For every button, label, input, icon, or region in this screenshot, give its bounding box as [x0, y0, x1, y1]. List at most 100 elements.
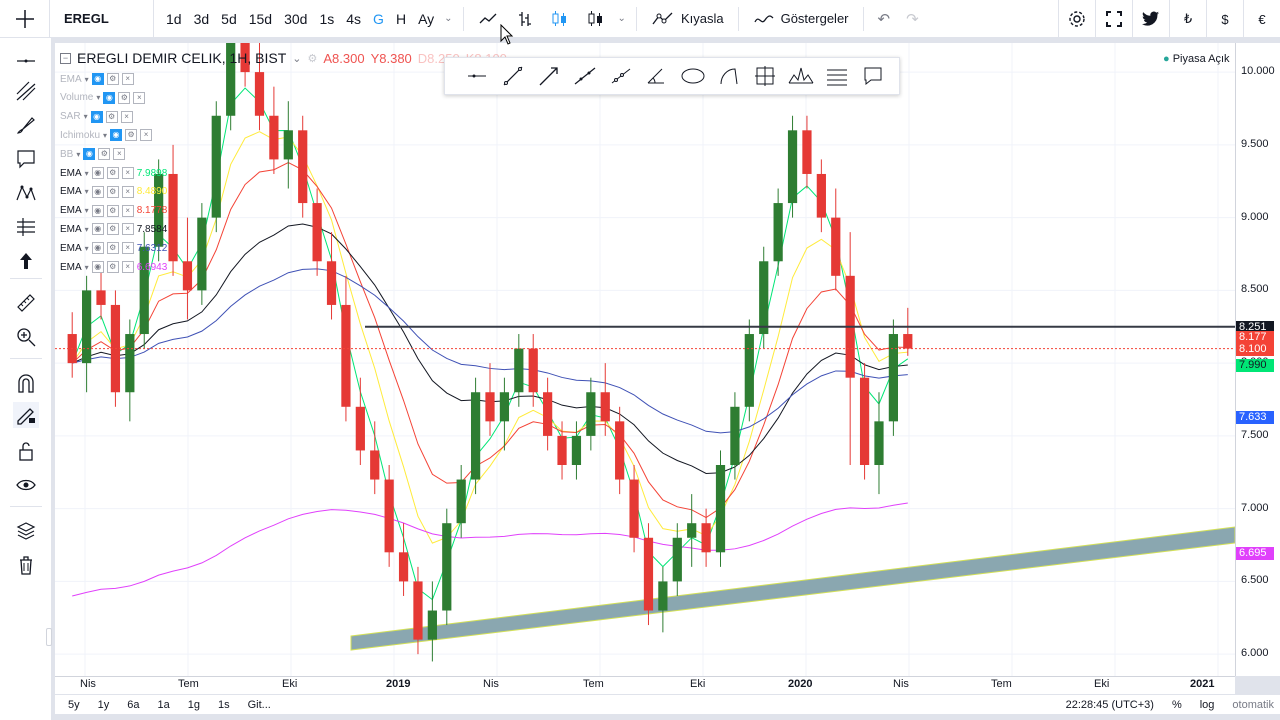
arrow-tool[interactable] [13, 248, 39, 274]
indicator-row[interactable]: EMA ▾ ◉ ⚙ × 8.4890 [60, 185, 167, 199]
indicator-dropdown-icon[interactable]: ▾ [85, 263, 89, 272]
redo-button[interactable]: ↷ [898, 0, 927, 38]
close-icon[interactable]: × [121, 204, 134, 217]
crosshair-menu-button[interactable] [0, 0, 50, 38]
indicator-row[interactable]: BB ▾ ◉ ⚙ × [60, 147, 126, 161]
close-icon[interactable]: × [133, 91, 146, 104]
indicator-dropdown-icon[interactable]: ▾ [96, 93, 100, 102]
indicator-row[interactable]: Ichimoku ▾ ◉ ⚙ × [60, 128, 153, 142]
close-icon[interactable]: × [121, 242, 134, 255]
indicator-row[interactable]: EMA ▾ ◉ ⚙ × 7.9898 [60, 166, 167, 180]
range-5y[interactable]: 5y [59, 699, 89, 711]
indicator-dropdown-icon[interactable]: ▾ [84, 112, 88, 121]
currency-try-button[interactable]: ₺ [1169, 0, 1206, 38]
price-chart[interactable] [55, 0, 1236, 676]
text-tool[interactable] [13, 146, 39, 172]
indicator-dropdown-icon[interactable]: ▾ [85, 244, 89, 253]
draw-horizontal-ray-tool[interactable] [459, 61, 495, 91]
magnet-tool[interactable] [13, 370, 39, 396]
indicator-row[interactable]: EMA ▾ ◉ ⚙ × 8.1778 [60, 204, 167, 218]
twitter-button[interactable] [1132, 0, 1169, 38]
draw-arc-tool[interactable] [711, 61, 747, 91]
indicator-row[interactable]: EMA ▾ ◉ ⚙ × 7.8584 [60, 222, 167, 236]
close-icon[interactable]: × [140, 129, 153, 142]
indicator-row[interactable]: SAR ▾ ◉ ⚙ × [60, 110, 133, 124]
remove-drawings-tool[interactable] [13, 552, 39, 578]
chart-pane[interactable] [55, 0, 1236, 676]
candles-chart-button[interactable] [542, 0, 578, 38]
indicator-row[interactable]: EMA ▾ ◉ ⚙ × 7.6312 [60, 241, 167, 255]
range-1g[interactable]: 1g [179, 699, 209, 711]
legend-dropdown-icon[interactable]: ⌄ [292, 52, 301, 65]
prediction-tool[interactable] [13, 214, 39, 240]
legend-settings-icon[interactable]: ⚙ [308, 52, 318, 65]
pattern-tool[interactable] [13, 180, 39, 206]
gear-icon[interactable]: ⚙ [118, 91, 131, 104]
indicator-dropdown-icon[interactable]: ▾ [85, 169, 89, 178]
interval-4s[interactable]: 4s [340, 11, 367, 27]
brush-tool[interactable] [13, 112, 39, 138]
indicator-row[interactable]: Volume ▾ ◉ ⚙ × [60, 91, 146, 105]
symbol-search-button[interactable]: EREGL [50, 0, 154, 38]
interval-5d[interactable]: 5d [215, 11, 243, 27]
settings-button[interactable] [1058, 0, 1095, 38]
draw-arrow-tool[interactable] [531, 61, 567, 91]
percent-scale-toggle[interactable]: % [1172, 699, 1182, 711]
interval-dropdown-icon[interactable]: ⌄ [440, 13, 456, 24]
gear-icon[interactable]: ⚙ [106, 261, 119, 273]
log-scale-toggle[interactable]: log [1200, 699, 1215, 711]
ruler-tool[interactable] [13, 290, 39, 316]
indicator-dropdown-icon[interactable]: ▾ [76, 150, 80, 159]
draw-extended-line-tool[interactable] [567, 61, 603, 91]
interval-15d[interactable]: 15d [243, 11, 278, 27]
collapse-legend-icon[interactable]: − [60, 52, 71, 64]
indicator-dropdown-icon[interactable]: ▾ [85, 206, 89, 215]
stay-in-drawing-mode-tool[interactable] [13, 402, 39, 428]
range-1y[interactable]: 1y [89, 699, 119, 711]
time-axis[interactable] [55, 676, 1235, 694]
eye-icon[interactable]: ◉ [110, 129, 123, 142]
gear-icon[interactable]: ⚙ [106, 204, 119, 217]
chart-type-dropdown-icon[interactable]: ⌄ [614, 13, 630, 24]
close-icon[interactable]: × [113, 148, 126, 161]
eye-icon[interactable]: ◉ [91, 204, 104, 217]
gear-icon[interactable]: ⚙ [105, 110, 118, 123]
indicator-dropdown-icon[interactable]: ▾ [85, 187, 89, 196]
indicator-row[interactable]: EMA ▾ ◉ ⚙ × 6.6943 [60, 260, 167, 274]
range-Git...[interactable]: Git... [239, 699, 280, 711]
close-icon[interactable]: × [121, 167, 134, 179]
toolbar-collapse-handle[interactable] [46, 628, 52, 646]
close-icon[interactable]: × [121, 73, 134, 85]
currency-eur-button[interactable]: € [1243, 0, 1280, 38]
undo-button[interactable]: ↶ [870, 0, 899, 38]
draw-angle-tool[interactable] [639, 61, 675, 91]
interval-G[interactable]: G [367, 11, 390, 27]
eye-icon[interactable]: ◉ [91, 242, 104, 255]
draw-crosshair-box-tool[interactable] [747, 61, 783, 91]
trend-line-tool[interactable] [13, 48, 39, 74]
close-icon[interactable]: × [120, 110, 133, 123]
gear-icon[interactable]: ⚙ [125, 129, 138, 142]
draw-trend-line-tool[interactable] [495, 61, 531, 91]
gear-icon[interactable]: ⚙ [106, 185, 119, 198]
interval-30d[interactable]: 30d [278, 11, 313, 27]
indicators-button[interactable]: Göstergeler [745, 0, 857, 38]
range-1s[interactable]: 1s [209, 699, 239, 711]
clock[interactable]: 22:28:45 (UTC+3) [1066, 699, 1154, 711]
zoom-tool[interactable] [13, 324, 39, 350]
close-icon[interactable]: × [121, 223, 134, 236]
eye-icon[interactable]: ◉ [91, 261, 104, 273]
close-icon[interactable]: × [121, 185, 134, 198]
close-icon[interactable]: × [121, 261, 134, 273]
eye-icon[interactable]: ◉ [83, 148, 96, 161]
object-tree-tool[interactable] [13, 518, 39, 544]
gear-icon[interactable]: ⚙ [98, 148, 111, 161]
range-1a[interactable]: 1a [149, 699, 179, 711]
indicator-dropdown-icon[interactable]: ▾ [103, 131, 107, 140]
interval-H[interactable]: H [390, 11, 412, 27]
interval-1s[interactable]: 1s [313, 11, 340, 27]
eye-icon[interactable]: ◉ [91, 73, 104, 85]
fullscreen-button[interactable] [1095, 0, 1132, 38]
interval-1d[interactable]: 1d [160, 11, 188, 27]
indicator-dropdown-icon[interactable]: ▾ [85, 75, 89, 84]
